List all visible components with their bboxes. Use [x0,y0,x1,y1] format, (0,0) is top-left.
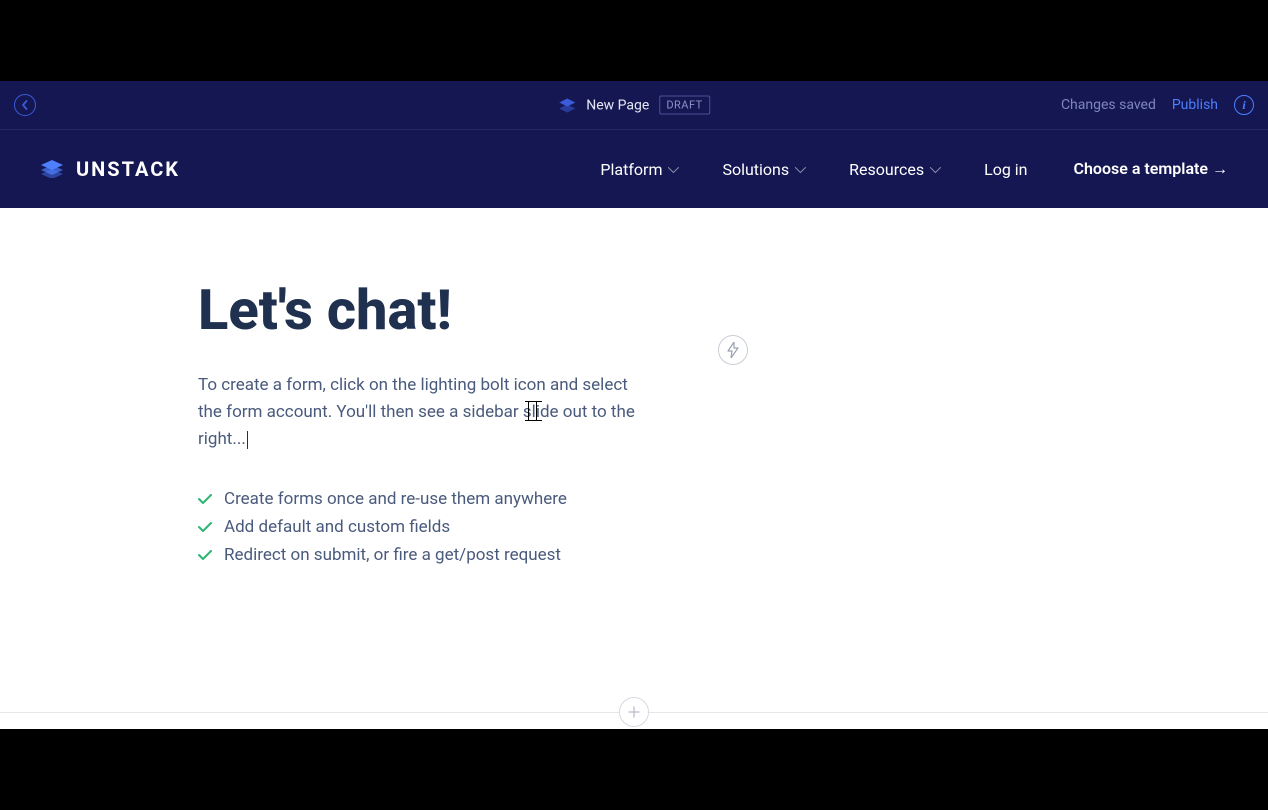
nav-item-login[interactable]: Log in [984,160,1027,179]
page-name[interactable]: New Page [586,97,649,113]
brand-text: UNSTACK [76,157,180,181]
nav-label: Resources [849,160,924,179]
nav-links: Platform Solutions Resources Log in Choo… [600,159,1228,179]
chevron-down-icon [930,162,941,173]
feature-text: Add default and custom fields [224,517,450,537]
site-navbar: UNSTACK Platform Solutions Resources Log… [0,130,1268,208]
chevron-left-icon [20,100,30,110]
check-icon [198,522,212,533]
nav-label: Log in [984,160,1027,179]
nav-label: Solutions [722,160,789,179]
editor-actions: Changes saved Publish i [1061,95,1254,115]
back-button[interactable] [14,94,36,116]
status-badge: DRAFT [659,96,709,115]
app-frame: New Page DRAFT Changes saved Publish i U… [0,81,1268,729]
feature-text: Redirect on submit, or fire a get/post r… [224,545,561,565]
section: Let's chat! To create a form, click on t… [40,280,1228,573]
check-icon [198,494,212,505]
content-area: Let's chat! To create a form, click on t… [0,208,1268,729]
list-item: Create forms once and re-use them anywhe… [198,489,638,509]
paragraph[interactable]: To create a form, click on the lighting … [198,372,638,454]
list-item: Add default and custom fields [198,517,638,537]
nav-item-solutions[interactable]: Solutions [722,160,803,179]
heading[interactable]: Let's chat! [198,280,638,342]
content-inner: Let's chat! To create a form, click on t… [40,280,1228,573]
chevron-down-icon [795,162,806,173]
letterbox-top [0,0,1268,81]
editor-toolbar: New Page DRAFT Changes saved Publish i [0,81,1268,130]
info-button[interactable]: i [1234,95,1254,115]
brand[interactable]: UNSTACK [40,157,180,181]
check-icon [198,550,212,561]
nav-item-platform[interactable]: Platform [600,160,676,179]
feature-text: Create forms once and re-use them anywhe… [224,489,567,509]
lightning-bolt-icon [726,342,740,358]
plus-icon [627,705,641,719]
action-button[interactable] [718,335,748,365]
info-icon: i [1242,98,1245,113]
letterbox-bottom [0,729,1268,810]
publish-button[interactable]: Publish [1172,97,1218,113]
chevron-down-icon [668,162,679,173]
layers-icon [558,98,576,112]
paragraph-text: To create a form, click on the lighting … [198,375,635,449]
nav-cta-button[interactable]: Choose a template → [1074,159,1228,179]
nav-item-resources[interactable]: Resources [849,160,938,179]
feature-list[interactable]: Create forms once and re-use them anywhe… [198,489,638,565]
brand-logo-icon [40,160,64,178]
add-section-button[interactable] [619,697,649,727]
page-title-group: New Page DRAFT [558,96,710,115]
column-left: Let's chat! To create a form, click on t… [198,280,638,573]
list-item: Redirect on submit, or fire a get/post r… [198,545,638,565]
text-cursor [247,431,248,449]
nav-label: Platform [600,160,662,179]
save-status: Changes saved [1061,97,1156,113]
